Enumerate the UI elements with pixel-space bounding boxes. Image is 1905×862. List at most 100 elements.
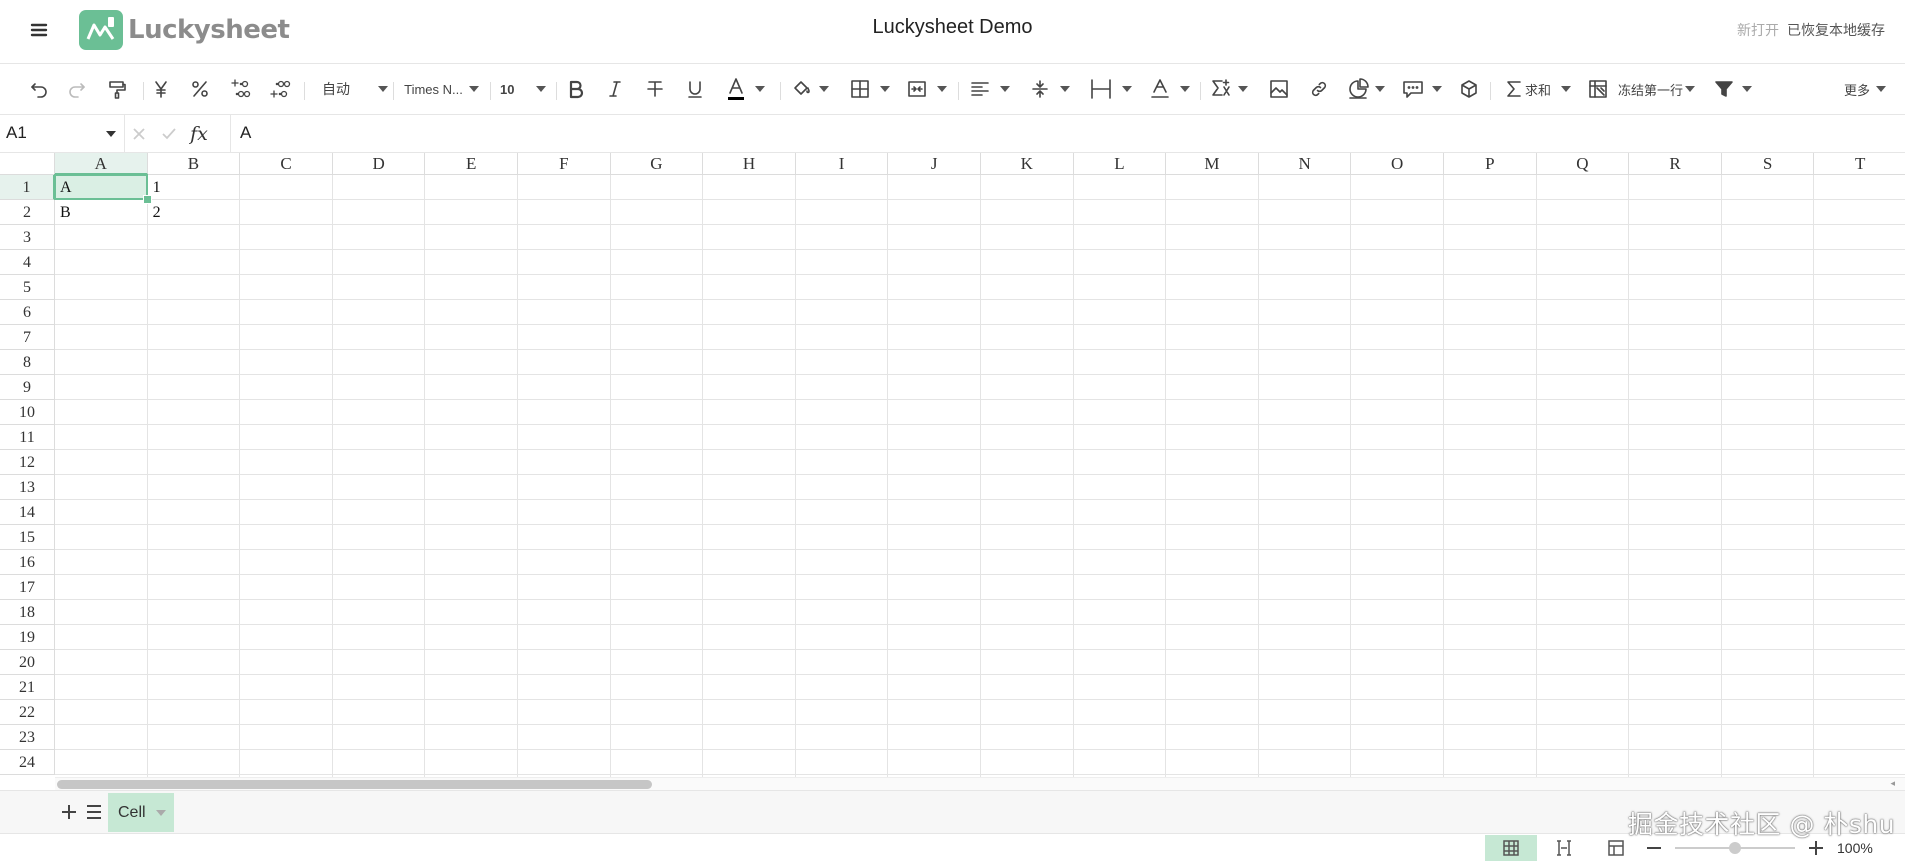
row-header-19[interactable]: 19 xyxy=(0,625,55,650)
row-header-15[interactable]: 15 xyxy=(0,525,55,550)
cell-a2[interactable]: B xyxy=(55,200,148,225)
confirm-edit-icon[interactable] xyxy=(154,126,184,142)
horizontal-align-button[interactable] xyxy=(970,76,1014,102)
cell-a1[interactable]: A xyxy=(55,175,148,200)
column-header-f[interactable]: F xyxy=(518,153,611,175)
pivot-table-button[interactable] xyxy=(1458,76,1480,102)
filter-button[interactable] xyxy=(1714,76,1758,102)
number-format-dropdown[interactable]: 自动 xyxy=(322,76,388,102)
vertical-align-button[interactable] xyxy=(1030,76,1074,102)
percent-format-button[interactable] xyxy=(188,76,212,102)
formula-input[interactable]: A xyxy=(240,123,251,143)
strikethrough-button[interactable] xyxy=(644,76,666,102)
row-header-5[interactable]: 5 xyxy=(0,275,55,300)
column-header-r[interactable]: R xyxy=(1629,153,1722,175)
hamburger-menu-icon[interactable] xyxy=(27,18,51,42)
row-header-9[interactable]: 9 xyxy=(0,375,55,400)
name-box[interactable] xyxy=(0,115,125,152)
row-header-24[interactable]: 24 xyxy=(0,750,55,775)
zoom-level[interactable]: 100% xyxy=(1837,840,1873,856)
row-header-11[interactable]: 11 xyxy=(0,425,55,450)
font-family-dropdown[interactable]: Times N... xyxy=(399,76,484,102)
border-button[interactable] xyxy=(850,76,894,102)
sum-button[interactable]: 求和 xyxy=(1505,76,1573,102)
sheet-tab-cell[interactable]: Cell xyxy=(108,793,174,832)
row-header-22[interactable]: 22 xyxy=(0,700,55,725)
column-header-t[interactable]: T xyxy=(1814,153,1905,175)
row-header-6[interactable]: 6 xyxy=(0,300,55,325)
row-header-2[interactable]: 2 xyxy=(0,200,55,225)
app-logo[interactable]: Luckysheet xyxy=(78,8,290,52)
merge-cells-button[interactable] xyxy=(907,76,951,102)
cancel-edit-icon[interactable] xyxy=(124,126,154,142)
row-header-4[interactable]: 4 xyxy=(0,250,55,275)
row-header-8[interactable]: 8 xyxy=(0,350,55,375)
column-header-c[interactable]: C xyxy=(240,153,333,175)
column-header-s[interactable]: S xyxy=(1721,153,1815,175)
document-title[interactable]: Luckysheet Demo xyxy=(872,16,1032,38)
cell-reference-input[interactable] xyxy=(0,115,98,151)
zoom-slider-handle[interactable] xyxy=(1729,842,1741,854)
scroll-left-icon[interactable]: ◂ xyxy=(1890,778,1895,789)
insert-function-icon[interactable]: fx xyxy=(184,123,214,145)
freeze-button[interactable]: 冻结第一行 xyxy=(1588,76,1703,102)
column-header-o[interactable]: O xyxy=(1351,153,1444,175)
horizontal-scrollbar[interactable]: ◂ xyxy=(55,777,1905,790)
select-all-corner[interactable] xyxy=(0,153,55,175)
column-header-a[interactable]: A xyxy=(55,153,148,175)
paint-format-button[interactable] xyxy=(104,76,130,102)
row-header-12[interactable]: 12 xyxy=(0,450,55,475)
column-header-p[interactable]: P xyxy=(1444,153,1537,175)
row-header-1[interactable]: 1 xyxy=(0,175,55,200)
column-header-m[interactable]: M xyxy=(1166,153,1259,175)
column-header-n[interactable]: N xyxy=(1258,153,1352,175)
scrollbar-thumb[interactable] xyxy=(57,780,652,789)
cell-b1[interactable]: 1 xyxy=(148,175,241,200)
zoom-out-button[interactable] xyxy=(1645,839,1663,857)
more-button[interactable]: 更多 xyxy=(1840,76,1890,102)
text-color-button[interactable] xyxy=(725,76,775,102)
insert-image-button[interactable] xyxy=(1268,76,1290,102)
column-header-i[interactable]: I xyxy=(795,153,889,175)
zoom-in-button[interactable] xyxy=(1807,839,1825,857)
chevron-down-icon[interactable] xyxy=(106,131,116,137)
comment-button[interactable] xyxy=(1402,76,1446,102)
column-header-g[interactable]: G xyxy=(610,153,704,175)
italic-button[interactable] xyxy=(605,76,625,102)
row-header-7[interactable]: 7 xyxy=(0,325,55,350)
add-sheet-button[interactable] xyxy=(59,802,79,822)
row-header-10[interactable]: 10 xyxy=(0,400,55,425)
undo-button[interactable] xyxy=(26,76,52,102)
cell-b2[interactable]: 2 xyxy=(148,200,241,225)
row-header-13[interactable]: 13 xyxy=(0,475,55,500)
underline-button[interactable] xyxy=(684,76,706,102)
currency-format-button[interactable] xyxy=(151,76,171,102)
sheet-list-button[interactable] xyxy=(84,802,104,822)
insert-link-button[interactable] xyxy=(1308,76,1330,102)
increase-decimal-button[interactable] xyxy=(268,76,292,102)
column-header-l[interactable]: L xyxy=(1073,153,1167,175)
column-header-b[interactable]: B xyxy=(147,153,241,175)
row-header-20[interactable]: 20 xyxy=(0,650,55,675)
row-header-18[interactable]: 18 xyxy=(0,600,55,625)
column-header-d[interactable]: D xyxy=(332,153,426,175)
redo-button[interactable] xyxy=(64,76,90,102)
text-rotate-button[interactable] xyxy=(1150,76,1194,102)
function-button[interactable] xyxy=(1210,76,1254,102)
page-layout-button[interactable] xyxy=(1538,835,1590,861)
font-size-dropdown[interactable]: 10 xyxy=(500,76,550,102)
insert-chart-button[interactable] xyxy=(1347,76,1391,102)
column-header-j[interactable]: J xyxy=(888,153,981,175)
column-header-k[interactable]: K xyxy=(981,153,1074,175)
row-header-17[interactable]: 17 xyxy=(0,575,55,600)
text-wrap-button[interactable] xyxy=(1090,76,1134,102)
column-header-e[interactable]: E xyxy=(425,153,518,175)
column-header-q[interactable]: Q xyxy=(1536,153,1630,175)
bold-button[interactable] xyxy=(566,76,586,102)
row-header-21[interactable]: 21 xyxy=(0,675,55,700)
normal-view-button[interactable] xyxy=(1485,835,1537,861)
decrease-decimal-button[interactable] xyxy=(229,76,253,102)
column-header-h[interactable]: H xyxy=(703,153,796,175)
spreadsheet-grid[interactable]: A B C D E F G H I J K L M N O P Q R S T 1 2 3 4 5 6 7 8 9 10 11 12 13 14 1… xyxy=(0,153,1905,777)
fill-color-button[interactable] xyxy=(791,76,835,102)
